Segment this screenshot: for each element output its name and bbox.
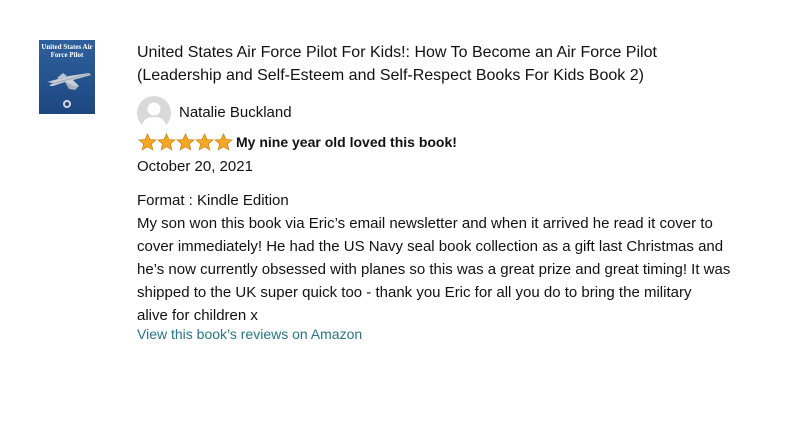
star-icon <box>195 133 214 151</box>
review-headline: My nine year old loved this book! <box>236 134 457 150</box>
star-icon <box>176 133 195 151</box>
review-body-line: My son won this book via Eric’s email ne… <box>137 215 713 232</box>
star-icon <box>157 133 176 151</box>
review-date: October 20, 2021 <box>137 158 253 175</box>
book-cover[interactable]: United States Air Force Pilot <box>39 40 95 114</box>
star-icon <box>214 133 233 151</box>
review-body-line: cover immediately! He had the US Navy se… <box>137 238 724 255</box>
star-icon <box>138 133 157 151</box>
jet-icon <box>47 73 91 108</box>
star-rating <box>138 133 233 151</box>
reviewer-name: Natalie Buckland <box>179 104 292 121</box>
review-body-line: he’s now currently obsessed with planes … <box>137 261 731 278</box>
view-reviews-link[interactable]: View this book’s reviews on Amazon <box>137 324 362 344</box>
user-avatar-icon <box>137 96 171 130</box>
review-card: United States Air Force Pilot United Sta… <box>0 0 800 448</box>
book-title[interactable]: United States Air Force Pilot For Kids!:… <box>137 41 777 87</box>
review-format: Format : Kindle Edition <box>137 192 289 209</box>
book-title-line-1: United States Air Force Pilot For Kids!:… <box>137 44 657 61</box>
review-body: My son won this book via Eric’s email ne… <box>137 212 777 327</box>
review-body-line: shipped to the UK super quick too - than… <box>137 284 692 301</box>
book-title-line-2: (Leadership and Self-Esteem and Self-Res… <box>137 67 644 84</box>
